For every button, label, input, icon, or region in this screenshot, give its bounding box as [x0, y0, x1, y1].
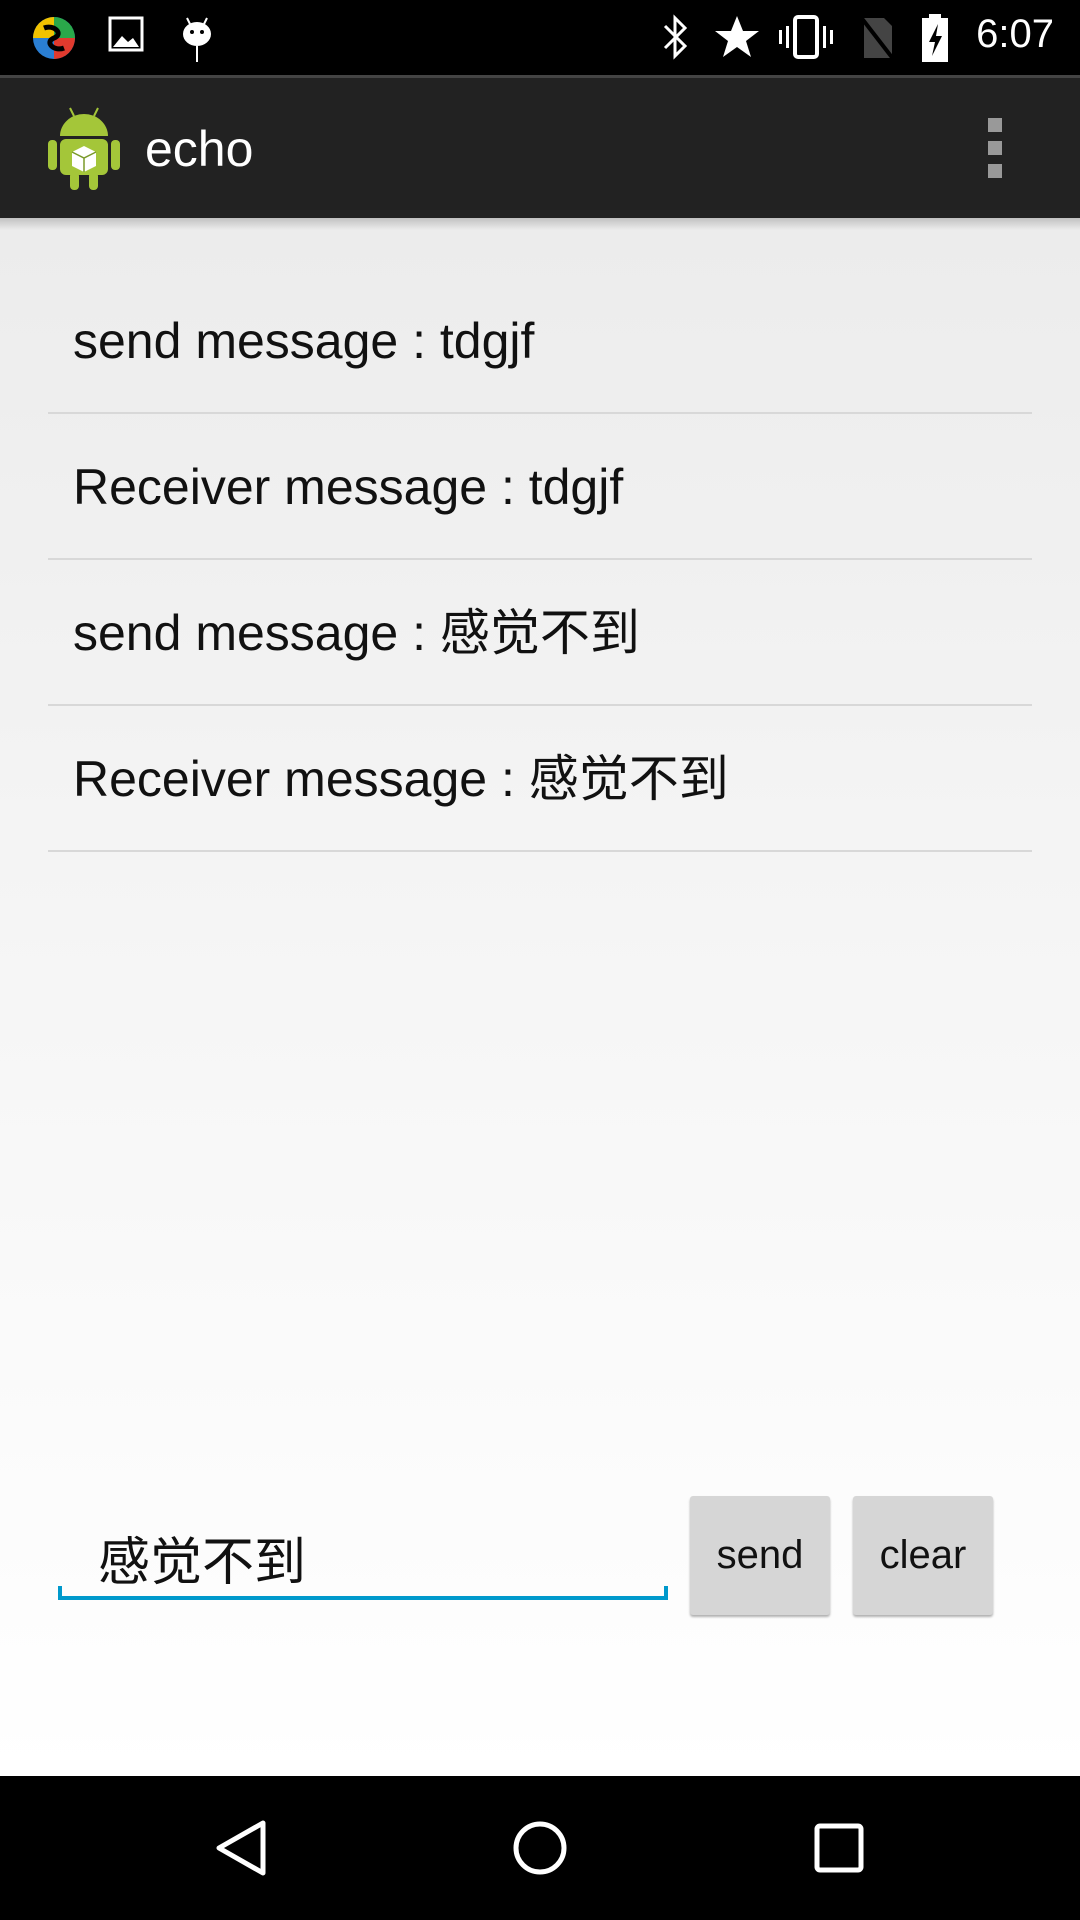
vibrate-icon: [779, 15, 833, 59]
message-input-value: 感觉不到: [98, 1534, 307, 1592]
message-item[interactable]: send message : tdgjf: [48, 268, 1032, 414]
action-bar: echo: [0, 75, 1080, 218]
status-bar: 6:07: [0, 0, 1080, 75]
battery-charging-icon: [922, 14, 948, 62]
clock: 6:07: [976, 12, 1054, 56]
message-input[interactable]: 感觉不到: [58, 1500, 668, 1600]
android-app-icon[interactable]: [46, 106, 122, 192]
image-icon: [108, 16, 144, 52]
clear-button[interactable]: clear: [853, 1496, 993, 1615]
message-item[interactable]: Receiver message : tdgjf: [48, 414, 1032, 560]
app-notification-icon: [33, 17, 75, 59]
android-debug-icon: [183, 17, 211, 62]
star-icon: [715, 16, 759, 57]
bluetooth-icon: [663, 14, 688, 60]
send-button[interactable]: send: [690, 1496, 830, 1615]
navigation-bar: [0, 1776, 1080, 1920]
recents-icon[interactable]: [812, 1818, 868, 1878]
home-icon[interactable]: [511, 1818, 569, 1878]
overflow-menu-icon[interactable]: [988, 118, 1004, 187]
back-icon[interactable]: [213, 1818, 271, 1878]
message-item[interactable]: send message : 感觉不到: [48, 560, 1032, 706]
message-item[interactable]: Receiver message : 感觉不到: [48, 706, 1032, 852]
input-underline: [58, 1586, 668, 1600]
app-title: echo: [145, 121, 254, 177]
no-sim-icon: [858, 14, 896, 60]
